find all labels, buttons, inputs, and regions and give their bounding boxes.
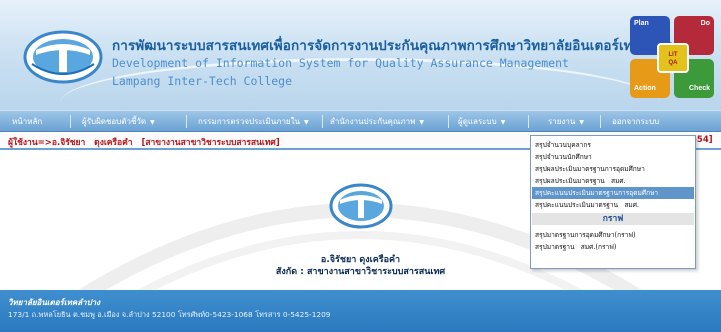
pdca-center-badge: LIT QA (657, 43, 689, 73)
chevron-down-icon: ▼ (304, 119, 309, 126)
menu-admin[interactable]: ผู้ดูแลระบบ ▼ (458, 111, 505, 132)
current-user-info: ผู้ใช้งาน=>อ.จิรัชยา ดุงเครือคำ [สาขางาน… (8, 135, 280, 149)
footer-address: 173/1 ถ.พหลโยธิน ต.ชมพู อ.เมือง จ.ลำปาง … (8, 310, 331, 319)
report-onesqa-graph[interactable]: สรุปมาตรฐาน สมศ.(กราฟ) (532, 241, 694, 253)
user-department: [สาขางานสาขาวิชาระบบสารสนเทศ] (141, 138, 280, 148)
menu-home[interactable]: หน้าหลัก (12, 111, 42, 132)
report-onesqa-score[interactable]: สรุปคะแนนประเมินมาตรฐาน สมศ. (532, 199, 694, 211)
chevron-down-icon: ▼ (500, 119, 506, 126)
page-footer: วิทยาลัยอินเตอร์เทคลำปาง 173/1 ถ.พหลโยธิ… (0, 290, 721, 332)
menu-divider (186, 115, 187, 128)
menu-divider (448, 115, 449, 128)
lit-logo-icon (329, 183, 393, 229)
reports-dropdown-menu: สรุปจำนวนบุคลากร สรุปจำนวนนักศึกษา สรุปผ… (530, 135, 696, 269)
chevron-down-icon: ▼ (150, 119, 155, 126)
menu-reports[interactable]: รายงาน ▼ (548, 111, 584, 132)
footer-college-name: วิทยาลัยอินเตอร์เทคลำปาง (8, 298, 101, 307)
menu-divider (528, 115, 529, 128)
header-banner: การพัฒนาระบบสารสนเทศเพื่อการจัดการงานประ… (0, 0, 721, 110)
menu-qa-office[interactable]: สำนักงานประกันคุณภาพ ▼ (330, 111, 424, 132)
menu-divider (70, 115, 71, 128)
lit-logo-icon (23, 30, 103, 84)
system-title-thai: การพัฒนาระบบสารสนเทศเพื่อการจัดการงานประ… (112, 38, 681, 54)
report-onesqa-assessment[interactable]: สรุปผลประเมินมาตรฐาน สมศ. (532, 175, 694, 187)
user-name: อ.จิรัชยา ดุงเครือคำ (51, 138, 133, 148)
chevron-down-icon: ▼ (419, 119, 424, 126)
menu-indicator-owner-label: ผู้รับผิดชอบตัวชี้วัด (82, 117, 147, 126)
chevron-down-icon: ▼ (579, 119, 584, 126)
menu-internal-audit[interactable]: กรรมการตรวจประเมินภายใน ▼ (198, 111, 309, 132)
system-title-english: Development of Information System for Qu… (112, 56, 569, 70)
menu-reports-label: รายงาน (548, 117, 576, 126)
pdca-graphic: Plan Do Action Check LIT QA (630, 16, 716, 100)
menu-logout[interactable]: ออกจากระบบ (612, 111, 659, 132)
menu-internal-audit-label: กรรมการตรวจประเมินภายใน (198, 117, 300, 126)
report-higher-ed-assessment[interactable]: สรุปผลประเมินมาตรฐานการอุดมศึกษา (532, 163, 694, 175)
college-name-english: Lampang Inter-Tech College (112, 74, 293, 88)
report-student-count[interactable]: สรุปจำนวนนักศึกษา (532, 151, 694, 163)
pdca-center-top: LIT (668, 52, 678, 58)
menu-home-label: หน้าหลัก (12, 117, 43, 126)
pdca-center-bottom: QA (668, 60, 678, 66)
menu-divider (600, 115, 601, 128)
menu-indicator-owner[interactable]: ผู้รับผิดชอบตัวชี้วัด ▼ (82, 111, 155, 132)
report-higher-ed-graph[interactable]: สรุปมาตรฐานการอุดมศึกษา(กราฟ) (532, 229, 694, 241)
graph-section-header: กราฟ (532, 213, 694, 225)
main-menu-bar: หน้าหลัก ผู้รับผิดชอบตัวชี้วัด ▼ กรรมการต… (0, 110, 721, 132)
menu-admin-label: ผู้ดูแลระบบ (458, 117, 497, 126)
menu-divider (322, 115, 323, 128)
menu-logout-label: ออกจากระบบ (612, 117, 660, 126)
menu-qa-office-label: สำนักงานประกันคุณภาพ (330, 117, 416, 126)
report-higher-ed-score[interactable]: สรุปคะแนนประเมินมาตรฐานการอุดมศึกษา (532, 187, 694, 199)
report-personnel-count[interactable]: สรุปจำนวนบุคลากร (532, 139, 694, 151)
user-prefix: ผู้ใช้งาน=> (8, 138, 52, 148)
